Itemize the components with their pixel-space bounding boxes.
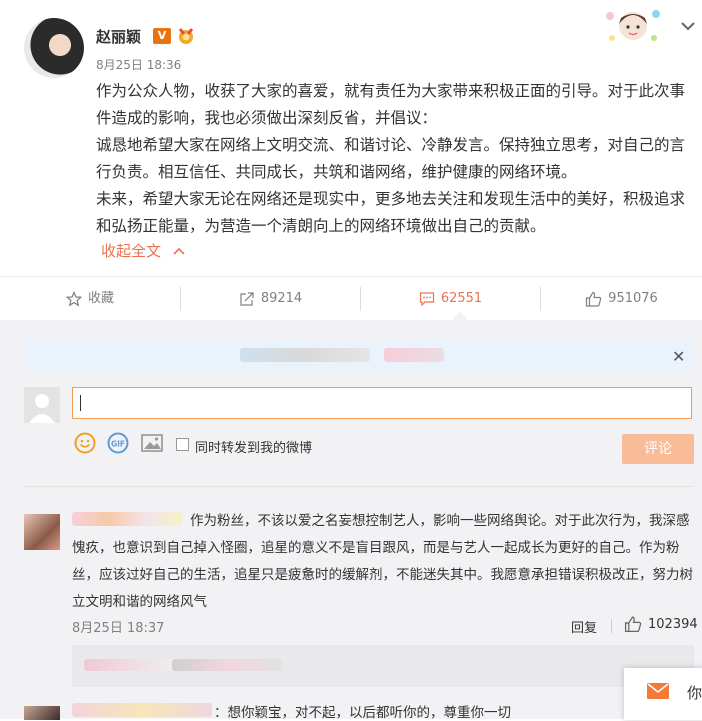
gif-icon[interactable]: GIF — [107, 432, 129, 454]
chevron-down-icon[interactable] — [678, 16, 698, 36]
comment-time[interactable]: 8月25日 18:37 — [72, 617, 164, 636]
favorite-button[interactable]: 收藏 — [0, 277, 180, 321]
repost-icon — [240, 291, 254, 306]
post-paragraph: 作为公众人物，收获了大家的喜爱，就有责任为大家带来积极正面的引导。对于此次事件造… — [96, 82, 686, 127]
image-icon[interactable] — [141, 434, 163, 452]
repost-count: 89214 — [260, 291, 303, 306]
my-avatar — [24, 387, 60, 423]
medal-icon — [178, 28, 194, 44]
post-paragraph: 诚恳地希望大家在网络上文明交流、和谐讨论、冷静发言。保持独立思考，对自己的言行负… — [96, 136, 686, 181]
comment-text: ：想你颖宝，对不起，以后都听你的，尊重你一切 — [214, 705, 511, 721]
thumbs-up-icon — [586, 291, 602, 307]
verified-badge: V — [153, 28, 171, 44]
post-content: 作为公众人物，收获了大家的喜爱，就有责任为大家带来积极正面的引导。对于此次事件造… — [96, 78, 692, 240]
comment-body: 作为粉丝，不该以爱之名妄想控制艺人，影响一些网络舆论。对于此次行为，我深感愧疚，… — [72, 513, 693, 610]
reply-button[interactable]: 回复 — [571, 617, 597, 636]
floating-widget-label: 你 — [687, 684, 702, 702]
comment-count: 62551 — [440, 291, 483, 306]
default-user-icon — [29, 394, 55, 423]
action-bar: 收藏 89214 62551 951076 — [0, 276, 702, 321]
emoji-icon[interactable] — [74, 432, 96, 454]
comment-button[interactable]: 62551 — [361, 277, 540, 321]
collapse-label: 收起全文 — [101, 242, 162, 260]
svg-text:GIF: GIF — [111, 440, 125, 449]
panel-pointer — [452, 311, 468, 320]
divider — [24, 486, 694, 487]
post-paragraph: 未来，希望大家无论在网络还是现实中，更多地去关注和发现生活中的美好，积极追求和弘… — [96, 190, 686, 235]
favorite-label: 收藏 — [87, 291, 114, 306]
repost-checkbox-label[interactable]: 同时转发到我的微博 — [195, 437, 312, 456]
submit-comment-button[interactable]: 评论 — [622, 434, 694, 464]
text-cursor — [80, 395, 81, 411]
like-button[interactable]: 951076 — [541, 277, 702, 321]
comment-icon — [419, 291, 434, 306]
close-icon[interactable]: ✕ — [672, 347, 685, 366]
divider — [611, 619, 612, 633]
reply-preview — [72, 645, 694, 687]
notice-banner — [24, 340, 694, 372]
chevron-up-icon — [173, 247, 185, 255]
like-count: 951076 — [608, 291, 658, 306]
star-icon — [65, 290, 82, 306]
comment-like-count: 102394 — [648, 617, 698, 632]
comment-text: 作为粉丝，不该以爱之名妄想控制艺人，影响一些网络舆论。对于此次行为，我深感愧疚，… — [72, 508, 696, 616]
commenter-avatar[interactable] — [24, 514, 60, 550]
collapse-button[interactable]: 收起全文 — [101, 240, 186, 261]
decoration-card-icon — [606, 10, 660, 41]
repost-checkbox[interactable] — [176, 438, 189, 451]
author-avatar[interactable] — [24, 18, 84, 78]
thumbs-up-icon[interactable] — [624, 615, 642, 633]
mail-icon — [647, 683, 669, 699]
commenter-avatar[interactable] — [24, 706, 60, 720]
post-time[interactable]: 8月25日 18:36 — [96, 56, 181, 73]
repost-button[interactable]: 89214 — [181, 277, 360, 321]
author-name[interactable]: 赵丽颖 — [96, 26, 141, 47]
commenter-name[interactable] — [72, 703, 212, 717]
comment-input[interactable] — [72, 387, 692, 419]
